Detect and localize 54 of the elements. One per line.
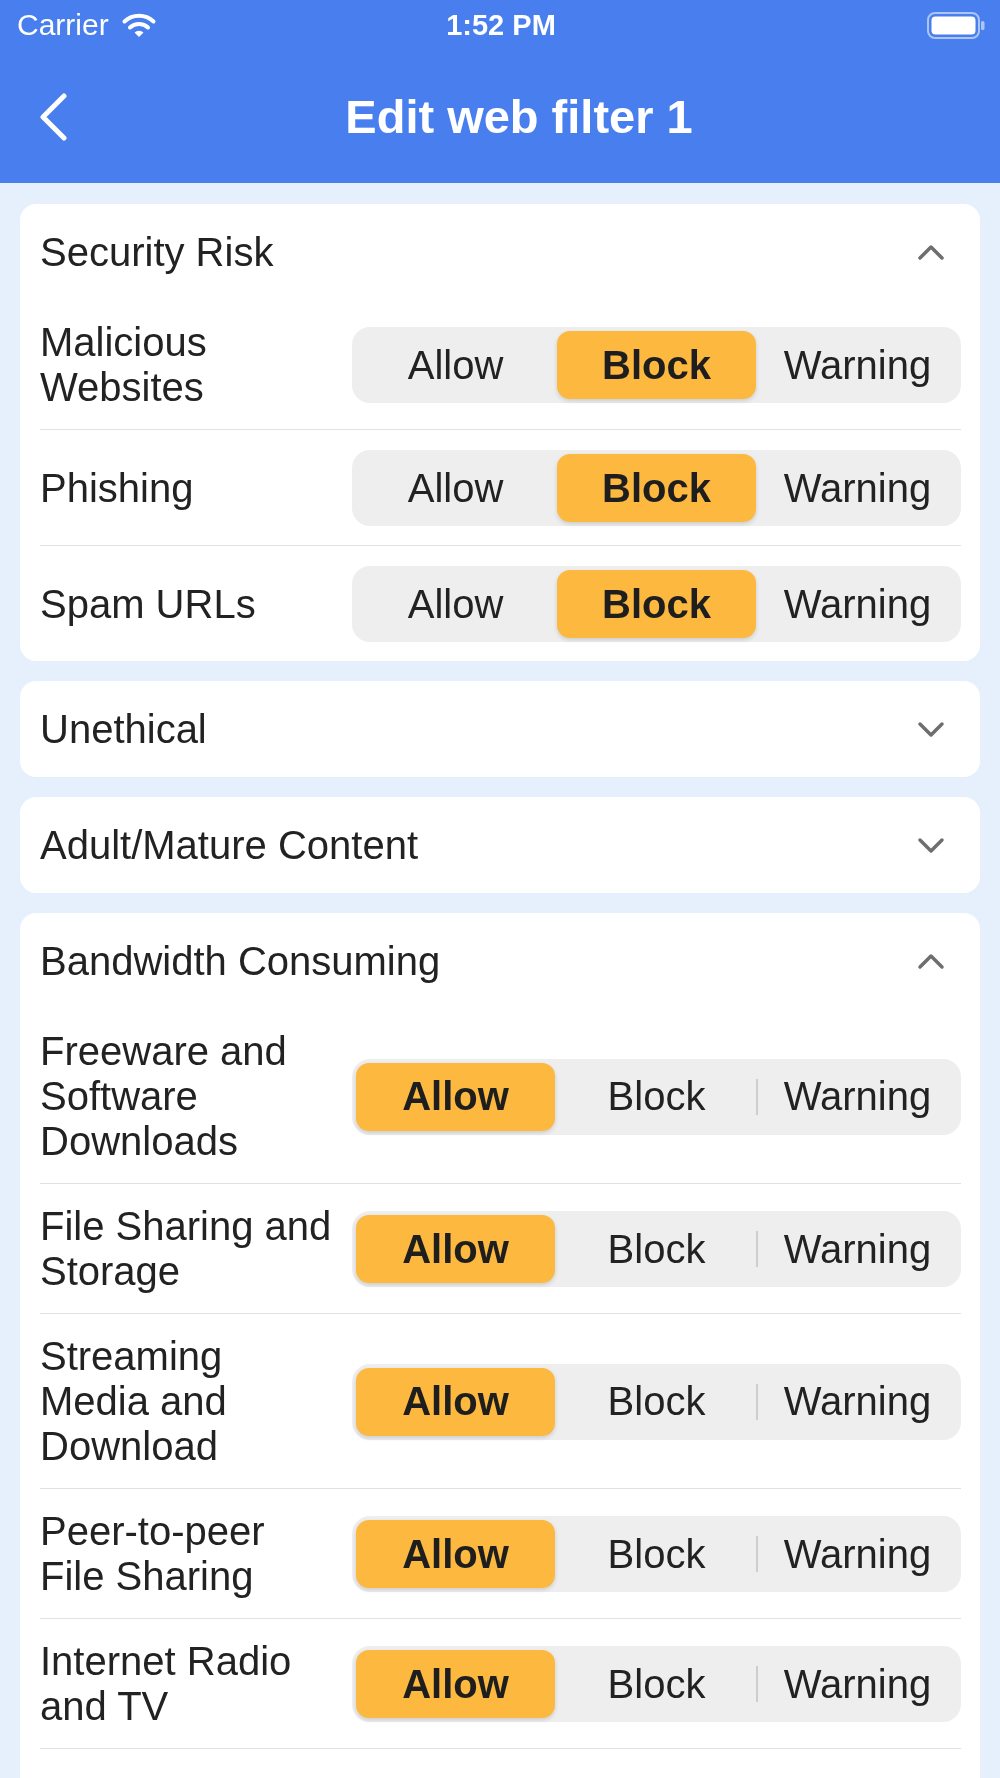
filter-label: Peer-to-peer File Sharing [40, 1509, 266, 1599]
filter-label: Freeware and Software Downloads [40, 1029, 288, 1164]
filter-label: Streaming Media and Download [40, 1334, 228, 1469]
segment-option[interactable]: Warning [758, 1367, 957, 1436]
back-icon[interactable] [38, 92, 68, 141]
segmented-control[interactable]: Allow Block Warning [352, 327, 961, 403]
category-title[interactable]: Bandwidth Consuming [40, 938, 441, 984]
filter-label: Spam URLs [40, 581, 257, 627]
chevron-up-icon[interactable] [917, 952, 945, 970]
segment-option[interactable]: Allow [356, 1650, 555, 1718]
category-title[interactable]: Adult/Mature Content [40, 822, 418, 868]
segmented-control[interactable]: Allow Block Warning [352, 450, 961, 526]
battery-icon [927, 11, 985, 39]
filter-label: Internet Radio and TV [40, 1639, 293, 1729]
segment-option[interactable]: Allow [356, 1367, 555, 1436]
filter-label: Phishing [40, 465, 195, 511]
segmented-control[interactable]: Allow Block Warning [352, 1058, 961, 1135]
segment-option[interactable]: Allow [356, 454, 555, 522]
segment-option[interactable]: Warning [758, 1215, 957, 1283]
carrier-label: Carrier [17, 8, 109, 42]
status-time: 1:52 PM [446, 8, 556, 42]
segment-option[interactable]: Allow [356, 1520, 555, 1588]
filter-label: File Sharing and Storage [40, 1204, 333, 1294]
segment-option[interactable]: Block [557, 1520, 756, 1588]
segment-option[interactable]: Warning [758, 570, 957, 638]
segment-option[interactable]: Block [557, 1367, 756, 1436]
segmented-control[interactable]: Allow Block Warning [352, 1363, 961, 1440]
chevron-up-icon[interactable] [917, 243, 945, 261]
segment-option[interactable]: Allow [356, 1062, 555, 1131]
page-title: Edit web filter 1 [345, 89, 693, 144]
segment-option[interactable]: Warning [758, 1062, 957, 1131]
segmented-control[interactable]: Allow Block Warning [352, 566, 961, 642]
segment-option[interactable]: Warning [758, 331, 957, 399]
filter-label: Malicious Websites [40, 320, 208, 410]
segmented-control[interactable]: Allow Block Warning [352, 1516, 961, 1592]
segment-option[interactable]: Warning [758, 1650, 957, 1718]
segment-option[interactable]: Block [557, 331, 756, 399]
category-title[interactable]: Security Risk [40, 229, 274, 275]
chevron-down-icon[interactable] [917, 836, 945, 854]
segment-option[interactable]: Block [557, 570, 756, 638]
category-title[interactable]: Unethical [40, 706, 207, 752]
segmented-control[interactable]: Allow Block Warning [352, 1211, 961, 1287]
segment-option[interactable]: Allow [356, 331, 555, 399]
segment-option[interactable]: Block [557, 1650, 756, 1718]
segmented-control[interactable]: Allow Block Warning [352, 1646, 961, 1722]
chevron-down-icon[interactable] [917, 720, 945, 738]
segment-option[interactable]: Block [557, 454, 756, 522]
segment-option[interactable]: Warning [758, 1520, 957, 1588]
segment-option[interactable]: Block [557, 1215, 756, 1283]
segment-option[interactable]: Warning [758, 454, 957, 522]
wifi-icon [120, 11, 157, 39]
segment-option[interactable]: Allow [356, 570, 555, 638]
segment-option[interactable]: Allow [356, 1215, 555, 1283]
segment-option[interactable]: Block [557, 1062, 756, 1131]
